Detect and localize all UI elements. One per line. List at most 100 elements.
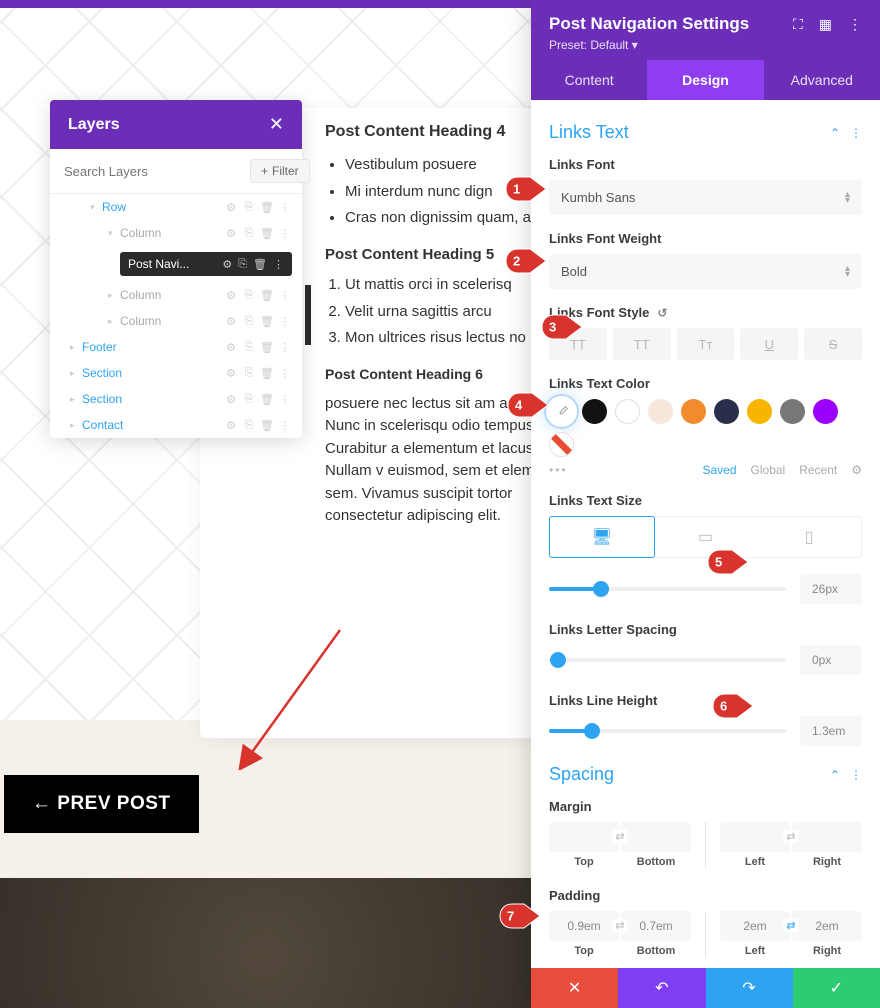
- more-icon[interactable]: ⋮: [278, 419, 292, 432]
- gear-icon[interactable]: ⚙: [224, 419, 238, 432]
- phone-icon[interactable]: ▯: [757, 517, 861, 557]
- trash-icon[interactable]: 🗑: [260, 341, 274, 354]
- trash-icon[interactable]: 🗑: [260, 367, 274, 380]
- trash-icon[interactable]: 🗑: [260, 393, 274, 406]
- layer-row[interactable]: ▸ Section ⚙⎘🗑⋮: [50, 386, 302, 412]
- layer-row-active[interactable]: Post Navi... ⚙ ⎘ 🗑 ⋮: [50, 246, 302, 282]
- trash-icon[interactable]: 🗑: [260, 227, 274, 240]
- strikethrough-button[interactable]: S: [804, 328, 862, 360]
- duplicate-icon[interactable]: ⎘: [242, 315, 256, 328]
- save-button[interactable]: ✓: [793, 968, 880, 1008]
- gear-icon[interactable]: ⚙: [224, 201, 238, 214]
- cancel-button[interactable]: ✕: [531, 968, 618, 1008]
- global-tab[interactable]: Global: [751, 463, 786, 477]
- trash-icon[interactable]: 🗑: [260, 201, 274, 214]
- color-swatch[interactable]: [714, 399, 739, 424]
- more-icon[interactable]: ⋮: [278, 341, 292, 354]
- link-icon[interactable]: ⇄: [612, 919, 627, 932]
- more-icon[interactable]: ⋮: [278, 393, 292, 406]
- trash-icon[interactable]: 🗑: [253, 258, 267, 271]
- margin-top-input[interactable]: [549, 822, 619, 852]
- duplicate-icon[interactable]: ⎘: [242, 289, 256, 302]
- padding-bottom-input[interactable]: 0.7em: [621, 911, 691, 941]
- gear-icon[interactable]: ⚙: [224, 341, 238, 354]
- color-swatch[interactable]: [747, 399, 772, 424]
- redo-button[interactable]: ↷: [706, 968, 793, 1008]
- duplicate-icon[interactable]: ⎘: [242, 227, 256, 240]
- duplicate-icon[interactable]: ⎘: [242, 341, 256, 354]
- size-input[interactable]: 26px: [800, 574, 862, 604]
- filter-button[interactable]: +Filter: [250, 159, 310, 183]
- expand-icon[interactable]: ⛶: [793, 16, 803, 33]
- more-colors-icon[interactable]: •••: [549, 463, 568, 477]
- recent-tab[interactable]: Recent: [799, 463, 837, 477]
- gear-icon[interactable]: ⚙: [224, 289, 238, 302]
- gear-icon[interactable]: ⚙: [224, 393, 238, 406]
- collapse-icon[interactable]: ⌃: [830, 768, 840, 782]
- desktop-icon[interactable]: 🖥: [549, 516, 655, 558]
- margin-right-input[interactable]: [792, 822, 862, 852]
- tab-design[interactable]: Design: [647, 60, 763, 100]
- more-icon[interactable]: ⋮: [278, 367, 292, 380]
- search-input[interactable]: [64, 164, 240, 179]
- spacing-input[interactable]: 0px: [800, 645, 862, 675]
- gear-icon[interactable]: ⚙: [222, 258, 232, 271]
- more-icon[interactable]: ⋮: [850, 768, 862, 782]
- trash-icon[interactable]: 🗑: [260, 419, 274, 432]
- capitalize-button[interactable]: TT: [613, 328, 671, 360]
- color-swatch[interactable]: [813, 399, 838, 424]
- more-icon[interactable]: ⋮: [848, 16, 862, 33]
- gear-icon[interactable]: ⚙: [224, 315, 238, 328]
- section-links-text[interactable]: Links Text: [549, 122, 629, 143]
- tab-content[interactable]: Content: [531, 60, 647, 100]
- layer-row[interactable]: ▸ Footer ⚙⎘🗑⋮: [50, 334, 302, 360]
- lh-slider[interactable]: [549, 729, 786, 733]
- grid-icon[interactable]: ▦: [819, 16, 832, 33]
- section-spacing[interactable]: Spacing: [549, 764, 614, 785]
- close-icon[interactable]: ✕: [269, 114, 284, 135]
- layer-row[interactable]: ▸ Contact ⚙⎘🗑⋮: [50, 412, 302, 438]
- more-icon[interactable]: ⋮: [278, 289, 292, 302]
- gear-icon[interactable]: ⚙: [224, 367, 238, 380]
- more-icon[interactable]: ⋮: [273, 258, 284, 271]
- collapse-icon[interactable]: ⌃: [830, 126, 840, 140]
- color-swatch[interactable]: [681, 399, 706, 424]
- layer-row[interactable]: ▾ Row ⚙⎘🗑⋮: [50, 194, 302, 220]
- more-icon[interactable]: ⋮: [278, 227, 292, 240]
- gear-icon[interactable]: ⚙: [851, 463, 862, 477]
- underline-button[interactable]: U: [740, 328, 798, 360]
- saved-tab[interactable]: Saved: [702, 463, 736, 477]
- gear-icon[interactable]: ⚙: [224, 227, 238, 240]
- trash-icon[interactable]: 🗑: [260, 315, 274, 328]
- reset-icon[interactable]: ↺: [657, 306, 667, 320]
- font-select[interactable]: Kumbh Sans ▴▾: [549, 180, 862, 215]
- color-swatch[interactable]: [582, 399, 607, 424]
- prev-post-button[interactable]: ← PREV POST: [4, 775, 199, 833]
- lh-input[interactable]: 1.3em: [800, 716, 862, 746]
- undo-button[interactable]: ↶: [618, 968, 705, 1008]
- duplicate-icon[interactable]: ⎘: [242, 419, 256, 432]
- size-slider[interactable]: [549, 587, 786, 591]
- smallcaps-button[interactable]: Tᴛ: [677, 328, 735, 360]
- padding-left-input[interactable]: 2em: [720, 911, 790, 941]
- link-icon[interactable]: ⇄: [612, 830, 627, 843]
- color-swatch[interactable]: [648, 399, 673, 424]
- color-swatch[interactable]: [615, 399, 640, 424]
- layer-row[interactable]: ▸ Column ⚙⎘🗑⋮: [50, 308, 302, 334]
- margin-bottom-input[interactable]: [621, 822, 691, 852]
- layer-row[interactable]: ▸ Column ⚙⎘🗑⋮: [50, 282, 302, 308]
- duplicate-icon[interactable]: ⎘: [242, 393, 256, 406]
- layer-row[interactable]: ▾ Column ⚙⎘🗑⋮: [50, 220, 302, 246]
- layer-row[interactable]: ▸ Section ⚙⎘🗑⋮: [50, 360, 302, 386]
- trash-icon[interactable]: 🗑: [260, 289, 274, 302]
- link-icon[interactable]: ⇄: [783, 830, 798, 843]
- tab-advanced[interactable]: Advanced: [764, 60, 880, 100]
- duplicate-icon[interactable]: ⎘: [242, 201, 256, 214]
- duplicate-icon[interactable]: ⎘: [238, 258, 247, 271]
- padding-right-input[interactable]: 2em: [792, 911, 862, 941]
- color-swatch[interactable]: [780, 399, 805, 424]
- color-picker-icon[interactable]: [549, 399, 574, 424]
- spacing-slider[interactable]: [549, 658, 786, 662]
- more-icon[interactable]: ⋮: [278, 315, 292, 328]
- preset-label[interactable]: Preset: Default ▾: [549, 38, 862, 52]
